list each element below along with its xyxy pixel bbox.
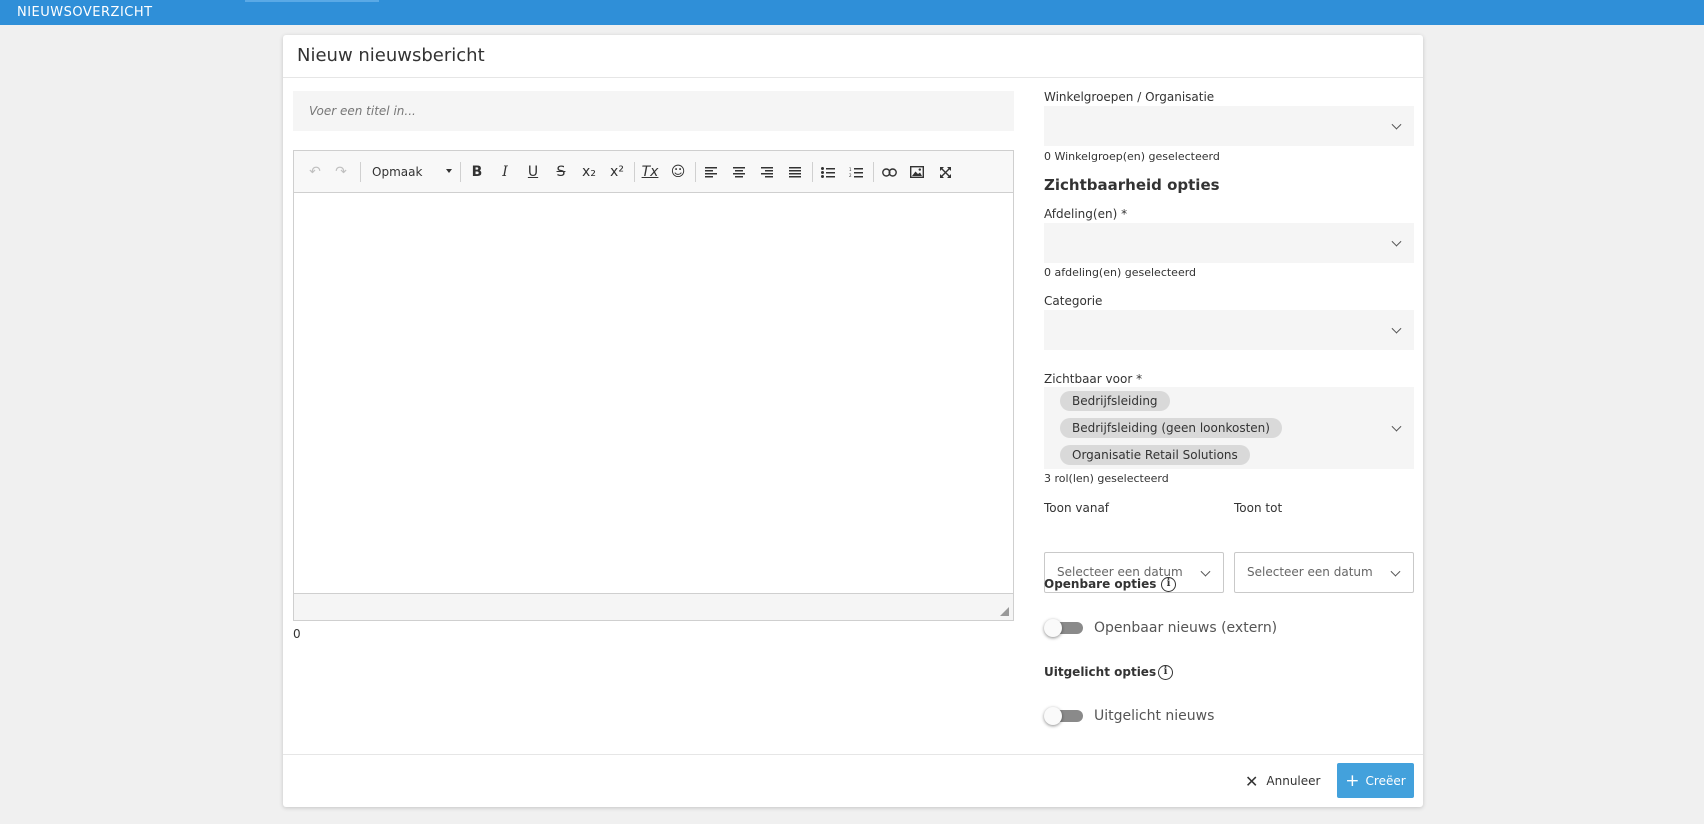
nav-item-nieuwsoverzicht[interactable]: NIEUWSOVERZICHT <box>17 5 153 20</box>
bold-icon[interactable]: B <box>466 162 488 182</box>
create-button[interactable]: + Creëer <box>1337 763 1414 798</box>
chevron-down-icon <box>1391 323 1402 334</box>
role-chip[interactable]: Bedrijfsleiding (geen loonkosten) <box>1060 418 1282 438</box>
redo-icon[interactable]: ↷ <box>330 162 352 182</box>
winkelgroepen-helper: 0 Winkelgroep(en) geselecteerd <box>1044 150 1220 163</box>
cancel-button[interactable]: ✕ Annuleer <box>1245 770 1320 792</box>
toon-tot-date-select[interactable]: Selecteer een datum <box>1234 552 1414 593</box>
dialog-footer: ✕ Annuleer + Creëer <box>283 754 1423 807</box>
new-news-dialog: Nieuw nieuwsbericht ↶ ↷ Opmaak B I U S x… <box>283 35 1423 807</box>
afdeling-select[interactable] <box>1044 223 1414 263</box>
uitgelicht-options-heading: Uitgelicht opties <box>1044 665 1157 679</box>
rich-text-editor: ↶ ↷ Opmaak B I U S x₂ x² Tx ☺ 1 2 <box>293 150 1014 621</box>
toolbar-separator <box>873 162 874 182</box>
toon-tot-placeholder: Selecteer een datum <box>1247 565 1373 579</box>
categorie-label: Categorie <box>1044 294 1103 308</box>
winkelgroepen-select[interactable] <box>1044 106 1414 146</box>
openbare-options-heading: Openbare opties <box>1044 577 1157 591</box>
zichtbaar-voor-select[interactable]: Bedrijfsleiding Bedrijfsleiding (geen lo… <box>1044 387 1414 469</box>
underline-icon[interactable]: U <box>522 162 544 182</box>
italic-icon[interactable]: I <box>494 162 516 182</box>
toon-tot-label: Toon tot <box>1234 501 1283 515</box>
bulleted-list-icon[interactable] <box>817 162 839 182</box>
toon-vanaf-label: Toon vanaf <box>1044 501 1110 515</box>
dialog-header: Nieuw nieuwsbericht <box>283 35 1423 78</box>
uitgelicht-nieuws-label: Uitgelicht nieuws <box>1094 708 1215 724</box>
afdeling-label: Afdeling(en) * <box>1044 207 1128 221</box>
role-chip[interactable]: Organisatie Retail Solutions <box>1060 445 1250 465</box>
format-dropdown[interactable]: Opmaak <box>372 162 456 182</box>
create-button-label: Creëer <box>1365 773 1406 788</box>
afdeling-helper: 0 afdeling(en) geselecteerd <box>1044 266 1197 279</box>
plus-icon: + <box>1345 770 1360 791</box>
chevron-down-icon <box>1391 421 1402 432</box>
info-icon[interactable]: i <box>1161 577 1176 592</box>
toolbar-separator <box>812 162 813 182</box>
svg-text:1: 1 <box>849 167 852 172</box>
close-icon: ✕ <box>1245 771 1259 791</box>
remove-format-icon[interactable]: Tx <box>639 162 661 182</box>
top-navigation-bar: NIEUWSOVERZICHT <box>0 0 1704 25</box>
chevron-down-icon <box>1391 236 1402 247</box>
toolbar-separator <box>360 162 361 182</box>
align-justify-icon[interactable] <box>784 162 806 182</box>
toolbar-separator <box>460 162 461 182</box>
categorie-select[interactable] <box>1044 310 1414 350</box>
toolbar-separator <box>634 162 635 182</box>
dialog-title: Nieuw nieuwsbericht <box>297 45 485 66</box>
character-count: 0 <box>293 627 301 641</box>
winkelgroepen-label: Winkelgroepen / Organisatie <box>1044 90 1215 104</box>
editor-status-bar <box>294 593 1013 620</box>
fullscreen-icon[interactable] <box>934 162 956 182</box>
caret-down-icon <box>446 169 452 173</box>
zichtbaar-voor-helper: 3 rol(len) geselecteerd <box>1044 472 1169 485</box>
editor-toolbar: ↶ ↷ Opmaak B I U S x₂ x² Tx ☺ 1 2 <box>294 151 1013 193</box>
toggle-knob <box>1044 707 1062 725</box>
superscript-icon[interactable]: x² <box>606 162 628 182</box>
align-right-icon[interactable] <box>756 162 778 182</box>
undo-icon[interactable]: ↶ <box>304 162 326 182</box>
chevron-down-icon <box>1390 566 1401 577</box>
openbaar-nieuws-label: Openbaar nieuws (extern) <box>1094 620 1278 636</box>
svg-text:2: 2 <box>849 173 852 178</box>
info-icon[interactable]: i <box>1158 665 1173 680</box>
openbaar-nieuws-toggle[interactable] <box>1044 619 1083 637</box>
chevron-down-icon <box>1391 119 1402 130</box>
align-center-icon[interactable] <box>728 162 750 182</box>
link-icon[interactable] <box>878 162 900 182</box>
numbered-list-icon[interactable]: 12 <box>845 162 867 182</box>
news-title-input[interactable] <box>293 91 1014 131</box>
chevron-down-icon <box>1200 566 1211 577</box>
active-tab-indicator <box>245 0 379 2</box>
toolbar-separator <box>695 162 696 182</box>
editor-content-area[interactable] <box>294 193 1013 593</box>
emoji-icon[interactable]: ☺ <box>667 162 689 182</box>
role-chip[interactable]: Bedrijfsleiding <box>1060 391 1170 411</box>
align-left-icon[interactable] <box>700 162 722 182</box>
cancel-button-label: Annuleer <box>1266 774 1321 788</box>
resize-handle-icon[interactable] <box>1000 607 1009 616</box>
subscript-icon[interactable]: x₂ <box>578 162 600 182</box>
strikethrough-icon[interactable]: S <box>550 162 572 182</box>
uitgelicht-nieuws-toggle[interactable] <box>1044 707 1083 725</box>
visibility-options-heading: Zichtbaarheid opties <box>1044 176 1220 194</box>
zichtbaar-voor-label: Zichtbaar voor * <box>1044 372 1143 386</box>
format-dropdown-label: Opmaak <box>372 165 423 179</box>
toggle-knob <box>1044 619 1062 637</box>
image-icon[interactable] <box>906 162 928 182</box>
